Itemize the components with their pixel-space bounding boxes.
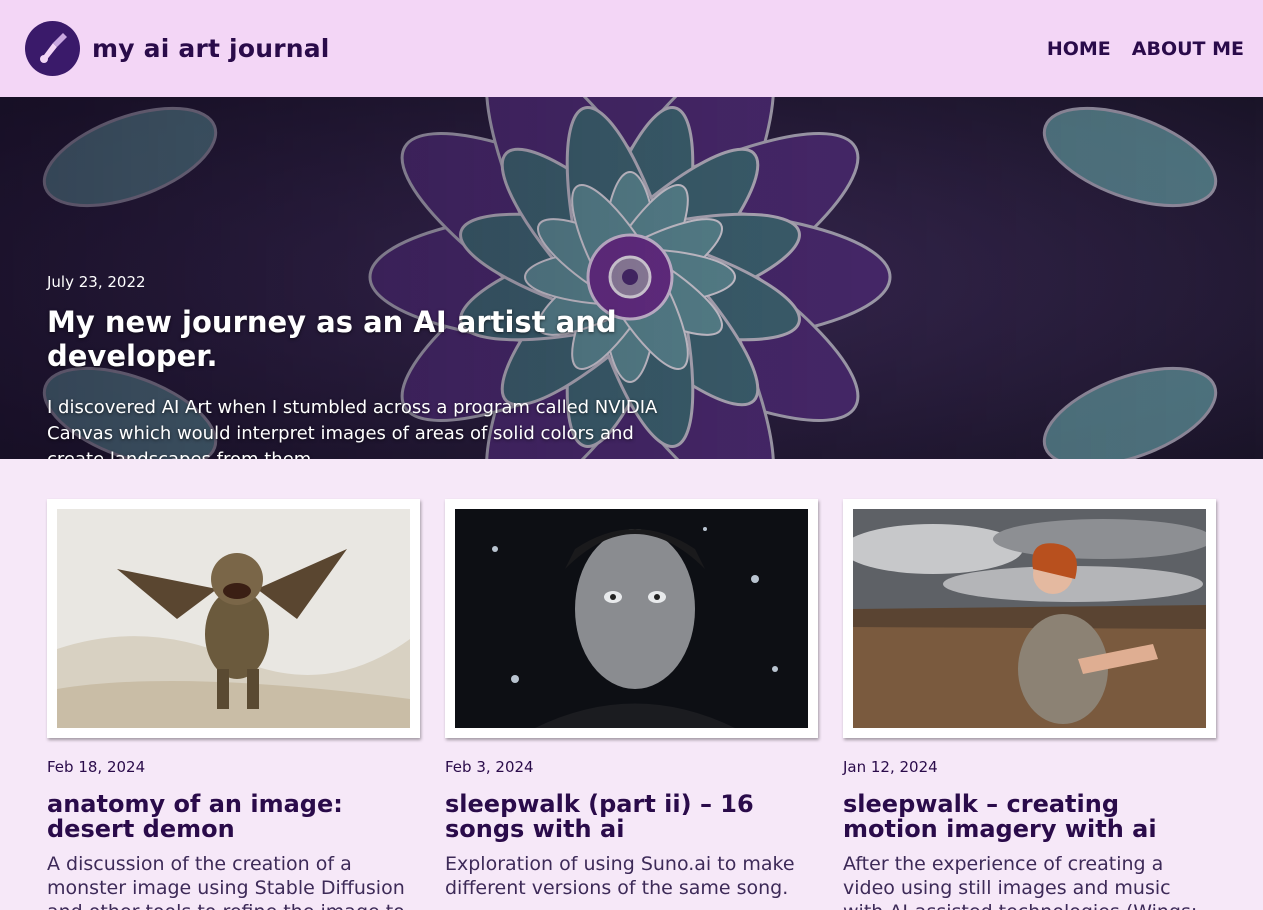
- featured-post[interactable]: July 23, 2022 My new journey as an AI ar…: [0, 97, 1263, 459]
- post-title[interactable]: anatomy of an image: desert demon: [47, 792, 420, 842]
- site-title[interactable]: my ai art journal: [92, 34, 330, 63]
- post-thumbnail[interactable]: [445, 499, 818, 738]
- hero-date: July 23, 2022: [47, 273, 146, 291]
- post-date: Feb 18, 2024: [47, 758, 146, 776]
- post-thumbnail[interactable]: [843, 499, 1216, 738]
- post-title[interactable]: sleepwalk – creating motion imagery with…: [843, 792, 1216, 842]
- hero-excerpt: I discovered AI Art when I stumbled acro…: [47, 397, 658, 459]
- post-card[interactable]: Jan 12, 2024 sleepwalk – creating motion…: [843, 499, 1216, 910]
- desert-demon-image: [57, 509, 410, 728]
- brush-hand-icon[interactable]: [25, 21, 80, 76]
- nav-home[interactable]: HOME: [1047, 38, 1111, 60]
- main-nav: HOME ABOUT ME: [1047, 38, 1244, 60]
- post-thumbnail[interactable]: [47, 499, 420, 738]
- post-title[interactable]: sleepwalk (part ii) – 16 songs with ai: [445, 792, 818, 842]
- post-excerpt: A discussion of the creation of a monste…: [47, 853, 405, 910]
- post-excerpt: After the experience of creating a video…: [843, 853, 1197, 910]
- site-header: my ai art journal HOME ABOUT ME: [0, 0, 1263, 97]
- post-card[interactable]: Feb 18, 2024 anatomy of an image: desert…: [47, 499, 420, 910]
- post-card[interactable]: Feb 3, 2024 sleepwalk (part ii) – 16 son…: [445, 499, 818, 910]
- post-grid: Feb 18, 2024 anatomy of an image: desert…: [0, 459, 1263, 910]
- post-date: Feb 3, 2024: [445, 758, 534, 776]
- hero-content: July 23, 2022 My new journey as an AI ar…: [47, 273, 707, 459]
- post-date: Jan 12, 2024: [843, 758, 938, 776]
- hero-title[interactable]: My new journey as an AI artist and devel…: [47, 305, 707, 373]
- sleepwalk-field-image: [853, 509, 1206, 728]
- nav-about-me[interactable]: ABOUT ME: [1132, 38, 1244, 60]
- brand[interactable]: my ai art journal: [25, 21, 330, 76]
- sleepwalk-portrait-image: [455, 509, 808, 728]
- post-excerpt: Exploration of using Suno.ai to make dif…: [445, 853, 795, 899]
